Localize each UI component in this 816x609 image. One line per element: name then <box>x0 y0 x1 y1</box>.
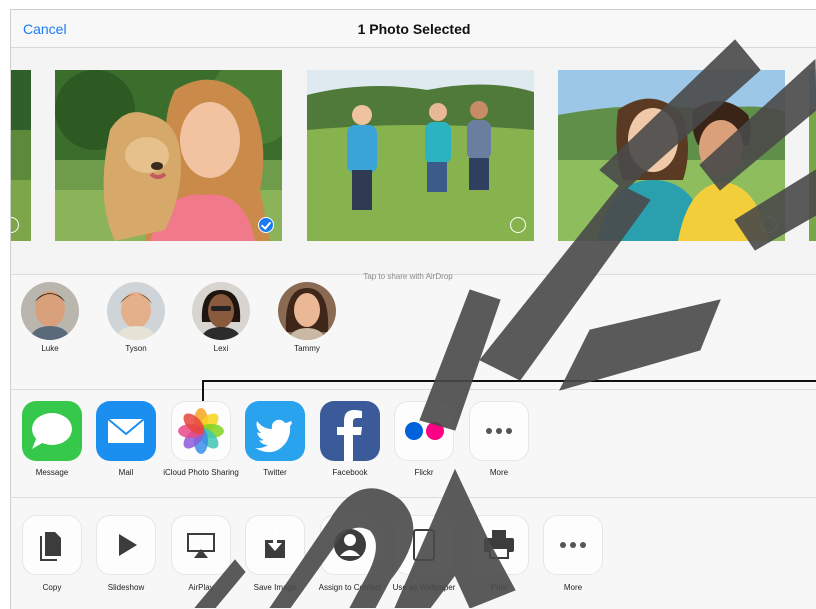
checkmark-icon[interactable] <box>761 217 777 233</box>
action-label: Slideshow <box>107 583 145 592</box>
action-airplay[interactable]: AirPlay <box>163 515 239 593</box>
more-icon <box>543 515 603 575</box>
contact-name: Tammy <box>294 344 320 353</box>
save-icon <box>245 515 305 575</box>
photo-thumbnail[interactable] <box>307 70 534 241</box>
checkmark-icon[interactable] <box>258 217 274 233</box>
action-label: AirPlay <box>188 583 214 592</box>
app-label: Message <box>35 468 69 477</box>
app-label: Mail <box>118 468 134 477</box>
app-label: Flickr <box>414 468 434 477</box>
contact-name: Luke <box>41 344 59 353</box>
print-icon <box>469 515 529 575</box>
airdrop-contact[interactable]: Tammy <box>274 282 340 353</box>
app-label: More <box>489 468 509 477</box>
airdrop-contact[interactable]: Luke <box>17 282 83 353</box>
app-icloud-photo-sharing[interactable]: iCloud Photo Sharing <box>163 401 239 478</box>
photo-strip[interactable] <box>11 48 816 274</box>
divider <box>10 497 816 498</box>
photo-thumbnail[interactable] <box>55 70 282 241</box>
app-label: Twitter <box>263 468 287 477</box>
play-icon <box>96 515 156 575</box>
nav-bar: Cancel 1 Photo Selected <box>11 10 816 48</box>
app-flickr[interactable]: Flickr <box>386 401 462 478</box>
action-slideshow[interactable]: Slideshow <box>88 515 164 593</box>
action-copy[interactable]: Copy <box>14 515 90 593</box>
action-label: Copy <box>42 583 62 592</box>
action-assign-contact[interactable]: Assign to Contact <box>312 515 388 593</box>
photos-icon <box>171 401 231 461</box>
page-title: 1 Photo Selected <box>357 21 471 37</box>
contact-name: Lexi <box>213 344 229 353</box>
app-label: iCloud Photo Sharing <box>163 468 239 477</box>
facebook-icon <box>320 401 380 461</box>
more-icon <box>469 401 529 461</box>
messages-icon <box>22 401 82 461</box>
avatar <box>278 282 336 340</box>
mail-icon <box>96 401 156 461</box>
app-message[interactable]: Message <box>14 401 90 478</box>
action-label: Print <box>490 583 508 592</box>
checkmark-icon[interactable] <box>510 217 526 233</box>
app-facebook[interactable]: Facebook <box>312 401 388 478</box>
action-more[interactable]: More <box>535 515 611 593</box>
airdrop-contact[interactable]: Lexi <box>188 282 254 353</box>
avatar <box>107 282 165 340</box>
callout-line <box>202 380 816 402</box>
action-save-image[interactable]: Save Image <box>237 515 313 593</box>
wallpaper-icon <box>394 515 454 575</box>
photo-thumbnail[interactable] <box>11 70 31 241</box>
avatar <box>192 282 250 340</box>
action-label: Save Image <box>253 583 297 592</box>
action-label: Assign to Contact <box>318 583 382 592</box>
action-label: Use as Wallpaper <box>392 583 456 592</box>
app-label: Facebook <box>332 468 368 477</box>
contact-name: Tyson <box>125 344 147 353</box>
airdrop-contact[interactable]: Tyson <box>103 282 169 353</box>
photo-thumbnail[interactable] <box>558 70 785 241</box>
app-more[interactable]: More <box>461 401 537 478</box>
app-twitter[interactable]: Twitter <box>237 401 313 478</box>
action-label: More <box>563 583 583 592</box>
avatar <box>21 282 79 340</box>
flickr-icon <box>394 401 454 461</box>
copy-icon <box>22 515 82 575</box>
airplay-icon <box>171 515 231 575</box>
contact-icon <box>320 515 380 575</box>
airdrop-hint: Tap to share with AirDrop <box>363 272 453 281</box>
photo-thumbnail[interactable] <box>809 70 816 241</box>
app-mail[interactable]: Mail <box>88 401 164 478</box>
twitter-icon <box>245 401 305 461</box>
action-print[interactable]: Print <box>461 515 537 593</box>
action-wallpaper[interactable]: Use as Wallpaper <box>386 515 462 593</box>
